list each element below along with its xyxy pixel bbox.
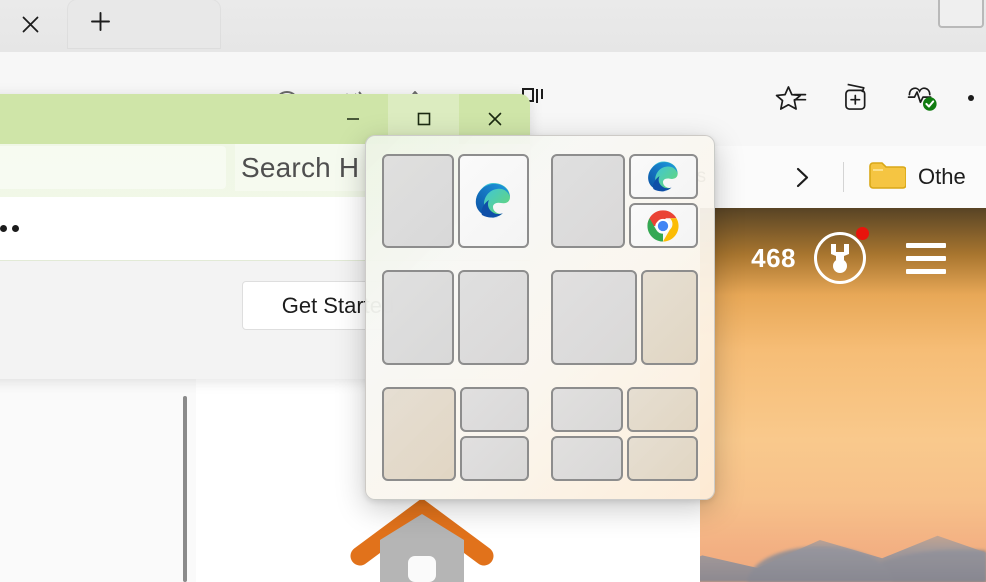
- overflow-menu-icon[interactable]: [0, 197, 19, 260]
- new-tab-button[interactable]: [68, 0, 220, 48]
- search-label: Search H: [235, 144, 366, 191]
- vertical-scrollbar[interactable]: [183, 396, 187, 582]
- chrome-icon: [644, 207, 682, 245]
- zone-right-bottom[interactable]: [628, 203, 698, 249]
- browser-essentials-icon[interactable]: [890, 62, 956, 134]
- other-favorites-button[interactable]: Othe: [868, 146, 966, 208]
- zone-left[interactable]: [382, 270, 454, 365]
- wide-left-narrow-right-layout[interactable]: [551, 270, 698, 365]
- settings-and-more-icon[interactable]: [956, 65, 986, 131]
- search-input[interactable]: [0, 146, 226, 189]
- tab-strip: [0, 0, 986, 52]
- tab-strip-right: [936, 0, 986, 48]
- plus-icon: [90, 11, 111, 37]
- edge-icon: [644, 158, 682, 196]
- left-full-right-stacked-layout[interactable]: [382, 386, 529, 481]
- toolbar-right-icons: [758, 62, 986, 134]
- quad-top-row: [551, 386, 698, 432]
- screen: 468 Othe Search H Get Started: [0, 0, 986, 582]
- left-large-right-stacked-layout[interactable]: [551, 154, 698, 249]
- folder-icon: [868, 160, 907, 195]
- zone-right-stack: [628, 154, 698, 249]
- zone-bottom-right[interactable]: [626, 435, 698, 481]
- zone-bottom-left[interactable]: [551, 435, 623, 481]
- notification-dot: [856, 227, 869, 240]
- collections-icon[interactable]: [824, 62, 890, 134]
- hamburger-menu-icon[interactable]: [906, 242, 946, 274]
- two-column-equal-layout-b[interactable]: [382, 270, 529, 365]
- zone-left[interactable]: [382, 386, 456, 481]
- zone-right-bottom[interactable]: [459, 435, 529, 481]
- zone-right-top[interactable]: [459, 386, 529, 432]
- zone-right[interactable]: [457, 154, 529, 249]
- zone-left[interactable]: [551, 154, 625, 249]
- medal-icon[interactable]: [814, 227, 869, 284]
- edge-icon: [471, 179, 515, 223]
- zone-right-top[interactable]: [628, 154, 698, 200]
- content-left-panel: [0, 371, 196, 582]
- zone-top-right[interactable]: [626, 386, 698, 432]
- snap-layouts-flyout[interactable]: [365, 135, 715, 500]
- quad-grid-layout[interactable]: [551, 386, 698, 481]
- zone-right[interactable]: [457, 270, 529, 365]
- favorites-icon[interactable]: [758, 62, 824, 134]
- zone-top-left[interactable]: [551, 386, 623, 432]
- two-column-equal-layout[interactable]: [382, 154, 529, 249]
- other-favorites-label: Othe: [918, 164, 966, 189]
- quad-bottom-row: [551, 435, 698, 481]
- page-hud: 468: [700, 218, 986, 298]
- house-icon: [340, 498, 504, 582]
- zone-wide-left[interactable]: [551, 270, 638, 365]
- points-count: 468: [751, 242, 796, 273]
- chevron-right-icon[interactable]: [790, 146, 815, 208]
- zone-right-stack: [459, 386, 529, 481]
- window-corner-marker: [938, 0, 984, 28]
- bookmarks-separator: [843, 162, 844, 192]
- close-icon[interactable]: [12, 6, 48, 42]
- zone-left[interactable]: [382, 154, 454, 249]
- zone-narrow-right[interactable]: [641, 270, 698, 365]
